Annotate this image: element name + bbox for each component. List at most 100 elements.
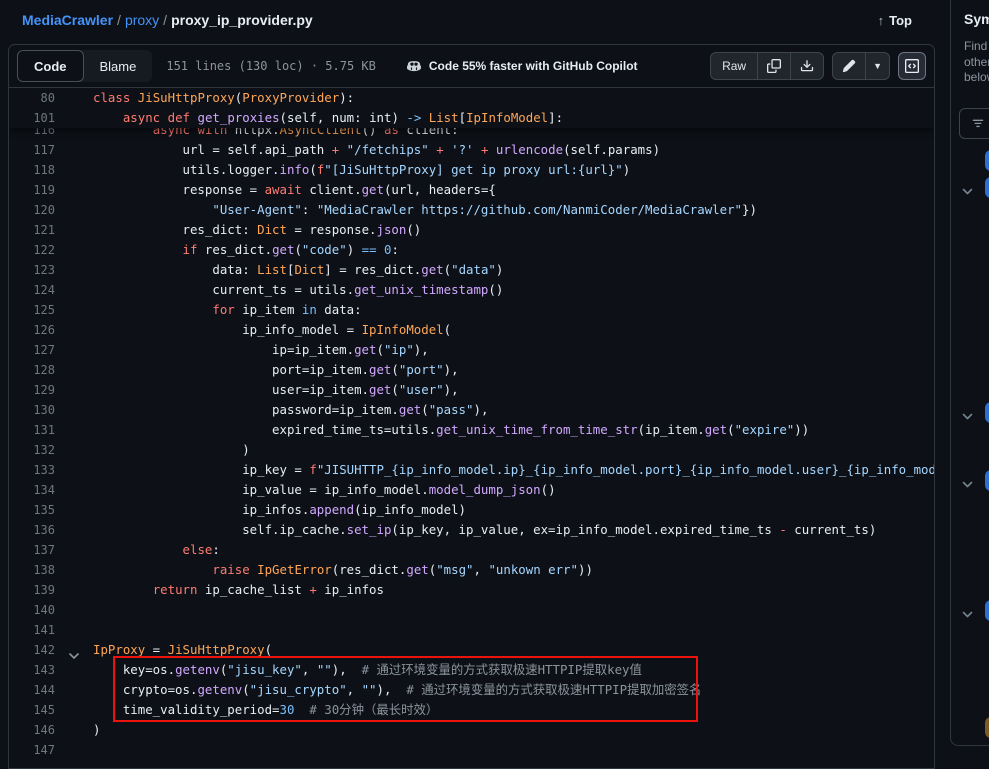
code-line: 120 "User-Agent": "MediaCrawler https://… <box>9 200 934 220</box>
line-number[interactable]: 124 <box>9 280 55 300</box>
symbol-chevron-icon[interactable] <box>962 183 973 201</box>
code-text: return ip_cache_list + ip_infos <box>93 580 384 600</box>
line-number[interactable]: 128 <box>9 360 55 380</box>
copy-icon <box>767 59 781 73</box>
copilot-icon <box>406 58 422 74</box>
symbol-item[interactable] <box>985 717 989 738</box>
symbol-chevron-icon[interactable] <box>962 408 973 426</box>
code-text: res_dict: Dict = response.json() <box>93 220 421 240</box>
line-number[interactable]: 101 <box>9 108 55 128</box>
line-number[interactable]: 117 <box>9 140 55 160</box>
code-line: 134 ip_value = ip_info_model.model_dump_… <box>9 480 934 500</box>
line-number[interactable]: 137 <box>9 540 55 560</box>
tab-blame[interactable]: Blame <box>84 50 153 82</box>
copy-button[interactable] <box>757 53 790 79</box>
sticky-context-lines: 80class JiSuHttpProxy(ProxyProvider):101… <box>9 88 934 128</box>
code-text: data: List[Dict] = res_dict.get("data") <box>93 260 503 280</box>
code-line: 130 password=ip_item.get("pass"), <box>9 400 934 420</box>
download-button[interactable] <box>790 53 823 79</box>
symbol-item[interactable] <box>985 177 989 198</box>
code-text: ip_infos.append(ip_info_model) <box>93 500 466 520</box>
edit-dropdown-button[interactable]: ▼ <box>865 53 889 79</box>
symbol-chevron-icon[interactable] <box>962 606 973 624</box>
line-number[interactable]: 133 <box>9 460 55 480</box>
line-number[interactable]: 135 <box>9 500 55 520</box>
code-text: for ip_item in data: <box>93 300 362 320</box>
line-number[interactable]: 119 <box>9 180 55 200</box>
code-text: time_validity_period=30 # 30分钟（最长时效） <box>93 700 438 720</box>
code-line: 122 if res_dict.get("code") == 0: <box>9 240 934 260</box>
line-number[interactable]: 123 <box>9 260 55 280</box>
code-line: 123 data: List[Dict] = res_dict.get("dat… <box>9 260 934 280</box>
code-line: 132 ) <box>9 440 934 460</box>
code-text: response = await client.get(url, headers… <box>93 180 496 200</box>
code-line: 80class JiSuHttpProxy(ProxyProvider): <box>9 88 934 108</box>
line-number[interactable]: 132 <box>9 440 55 460</box>
line-number[interactable]: 122 <box>9 240 55 260</box>
edit-actions-group: ▼ <box>832 52 890 80</box>
breadcrumb-repo-link[interactable]: MediaCrawler <box>22 12 113 28</box>
line-number[interactable]: 143 <box>9 660 55 680</box>
line-number[interactable]: 121 <box>9 220 55 240</box>
symbols-panel: Symbols Find definitions and references … <box>950 0 989 746</box>
code-line: 141 <box>9 620 934 640</box>
line-number[interactable]: 147 <box>9 740 55 760</box>
symbol-item[interactable] <box>985 150 989 171</box>
line-number[interactable]: 120 <box>9 200 55 220</box>
line-number[interactable]: 144 <box>9 680 55 700</box>
line-number[interactable]: 125 <box>9 300 55 320</box>
back-to-top-link[interactable]: ↑Top <box>878 13 912 28</box>
tab-code[interactable]: Code <box>17 50 84 82</box>
line-number[interactable]: 134 <box>9 480 55 500</box>
code-line: 142IpProxy = JiSuHttpProxy( <box>9 640 934 660</box>
line-number[interactable]: 140 <box>9 600 55 620</box>
code-view: 116 async with httpx.AsyncClient() as cl… <box>9 88 934 768</box>
symbol-item[interactable] <box>985 402 989 423</box>
line-number[interactable]: 139 <box>9 580 55 600</box>
code-text: self.ip_cache.set_ip(ip_key, ip_value, e… <box>93 520 876 540</box>
symbol-item[interactable] <box>985 600 989 621</box>
symbol-item[interactable] <box>985 470 989 491</box>
raw-button[interactable]: Raw <box>711 53 757 79</box>
edit-button[interactable] <box>833 53 865 79</box>
code-line: 143 key=os.getenv("jisu_key", ""), # 通过环… <box>9 660 934 680</box>
line-number[interactable]: 126 <box>9 320 55 340</box>
line-number[interactable]: 142 <box>9 640 55 660</box>
code-line: 139 return ip_cache_list + ip_infos <box>9 580 934 600</box>
code-text: ip=ip_item.get("ip"), <box>93 340 429 360</box>
breadcrumb-folder-link[interactable]: proxy <box>125 12 159 28</box>
line-number[interactable]: 146 <box>9 720 55 740</box>
code-text: ip_info_model = IpInfoModel( <box>93 320 451 340</box>
symbol-chevron-icon[interactable] <box>962 476 973 494</box>
code-text: url = self.api_path + "/fetchips" + '?' … <box>93 140 660 160</box>
line-number[interactable]: 129 <box>9 380 55 400</box>
code-text: expired_time_ts=utils.get_unix_time_from… <box>93 420 809 440</box>
caret-down-icon: ▼ <box>873 61 882 71</box>
code-text: utils.logger.info(f"[JiSuHttpProxy] get … <box>93 160 630 180</box>
code-text: current_ts = utils.get_unix_timestamp() <box>93 280 503 300</box>
line-number[interactable]: 118 <box>9 160 55 180</box>
arrow-up-icon: ↑ <box>878 13 885 28</box>
breadcrumb-separator: / <box>113 12 125 28</box>
line-number[interactable]: 136 <box>9 520 55 540</box>
code-text: raise IpGetError(res_dict.get("msg", "un… <box>93 560 593 580</box>
code-text: key=os.getenv("jisu_key", ""), # 通过环境变量的… <box>93 660 642 680</box>
line-number[interactable]: 80 <box>9 88 55 108</box>
copilot-banner[interactable]: Code 55% faster with GitHub Copilot <box>406 58 638 74</box>
line-number[interactable]: 138 <box>9 560 55 580</box>
line-number[interactable]: 145 <box>9 700 55 720</box>
code-line: 140 <box>9 600 934 620</box>
code-text: if res_dict.get("code") == 0: <box>93 240 399 260</box>
code-line: 129 user=ip_item.get("user"), <box>9 380 934 400</box>
code-line: 121 res_dict: Dict = response.json() <box>9 220 934 240</box>
line-number[interactable]: 130 <box>9 400 55 420</box>
breadcrumb: MediaCrawler/proxy/proxy_ip_provider.py <box>22 12 313 28</box>
line-number[interactable]: 141 <box>9 620 55 640</box>
download-icon <box>800 59 814 73</box>
code-line: 145 time_validity_period=30 # 30分钟（最长时效） <box>9 700 934 720</box>
line-number[interactable]: 127 <box>9 340 55 360</box>
line-number[interactable]: 131 <box>9 420 55 440</box>
code-line: 144 crypto=os.getenv("jisu_crypto", ""),… <box>9 680 934 700</box>
symbols-filter-input[interactable] <box>959 108 989 139</box>
symbols-panel-toggle[interactable] <box>898 52 926 80</box>
